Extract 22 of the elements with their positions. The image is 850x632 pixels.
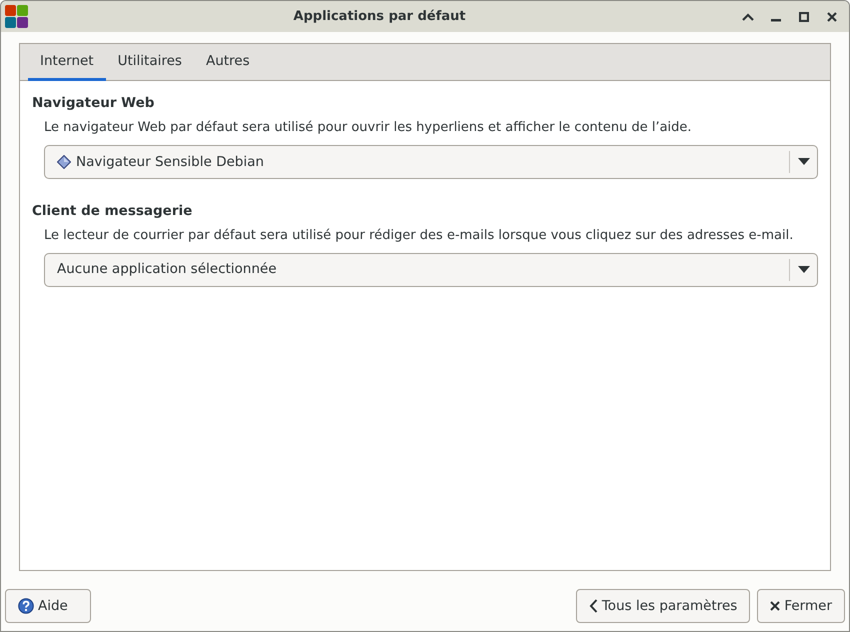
- tab[interactable]: Utilitaires: [106, 44, 194, 81]
- tab[interactable]: Internet: [28, 44, 106, 81]
- chevron-left-icon: [588, 599, 598, 613]
- close-button[interactable]: Fermer: [757, 589, 845, 623]
- window-title: Applications par défaut: [292, 8, 467, 26]
- section-heading: Navigateur Web: [32, 94, 156, 113]
- diamond-icon: [57, 154, 71, 169]
- help-button[interactable]: Aide: [5, 589, 91, 623]
- dropdown-value: Navigateur Sensible Debian: [76, 152, 264, 172]
- section-heading: Client de messagerie: [32, 202, 194, 221]
- help-icon: [18, 598, 34, 614]
- dropdown-value: Aucune application sélectionnée: [57, 260, 277, 280]
- description: Le lecteur de courrier par défaut sera utilisé pour rédiger des e-mails lorsque vous cliquez sur des adresses e-mail.: [43, 227, 794, 245]
- close-icon: [770, 601, 780, 611]
- back-button[interactable]: Tous les paramètres: [576, 589, 750, 623]
- dropdown[interactable]: Navigateur Sensible Debian: [44, 144, 818, 179]
- tab[interactable]: Autres: [194, 44, 262, 81]
- caret-icon: [798, 266, 810, 273]
- dropdown[interactable]: Aucune application sélectionnée: [44, 252, 818, 286]
- app-icon: [5, 5, 28, 28]
- caret-icon: [798, 158, 810, 166]
- description: Le navigateur Web par défaut sera utilisé pour ouvrir les hyperliens et afficher le contenu de l’aide.: [43, 119, 693, 138]
